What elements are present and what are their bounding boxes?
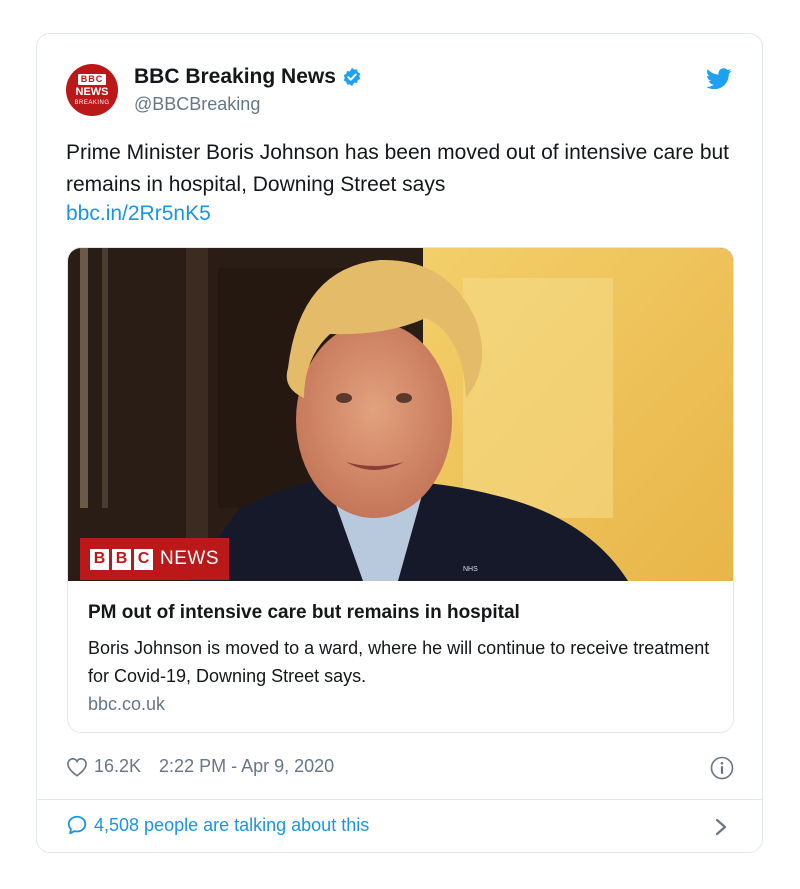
svg-text:NHS: NHS xyxy=(463,566,478,573)
conversation-link[interactable]: 4,508 people are talking about this xyxy=(66,814,369,836)
avatar-text-breaking: BREAKING xyxy=(74,100,110,106)
bbc-logo-letter: B xyxy=(90,548,109,570)
tweet-embed: BBC NEWS BREAKING BBC Breaking News @BBC… xyxy=(36,33,763,853)
twitter-bird-icon[interactable] xyxy=(706,68,732,90)
timestamp[interactable]: 2:22 PM - Apr 9, 2020 xyxy=(159,756,334,777)
info-icon[interactable] xyxy=(710,756,734,780)
speech-bubble-icon xyxy=(67,815,87,835)
card-domain: bbc.co.uk xyxy=(88,694,166,714)
heart-icon[interactable] xyxy=(66,757,88,777)
avatar-text-news: NEWS xyxy=(75,86,109,98)
link-card[interactable]: NHS B B C NEWS PM out of intensive care … xyxy=(67,247,734,733)
talking-count[interactable]: 4,508 people are talking about this xyxy=(94,815,369,836)
display-name[interactable]: BBC Breaking News xyxy=(134,65,336,89)
tweet-link[interactable]: bbc.in/2Rr5nK5 xyxy=(66,202,211,226)
author-name-row[interactable]: BBC Breaking News xyxy=(134,65,362,89)
like-count[interactable]: 16.2K xyxy=(94,756,141,777)
verified-badge-icon xyxy=(343,67,361,87)
divider xyxy=(37,799,762,800)
avatar-text-bbc: BBC xyxy=(77,74,107,85)
bbc-logo-letter: C xyxy=(134,548,153,570)
chevron-right-icon[interactable] xyxy=(714,817,728,837)
bbc-logo-letter: B xyxy=(112,548,131,570)
bbc-logo-word: NEWS xyxy=(160,548,219,569)
card-description: Boris Johnson is moved to a ward, where … xyxy=(88,638,710,686)
card-title[interactable]: PM out of intensive care but remains in … xyxy=(88,602,520,624)
handle[interactable]: @BBCBreaking xyxy=(134,94,260,115)
tweet-text: Prime Minister Boris Johnson has been mo… xyxy=(66,141,730,196)
tweet-meta: 16.2K 2:22 PM - Apr 9, 2020 xyxy=(66,756,334,777)
article-photo[interactable]: NHS xyxy=(68,248,734,581)
bbc-news-logo: B B C NEWS xyxy=(80,538,229,580)
avatar[interactable]: BBC NEWS BREAKING xyxy=(66,64,118,116)
